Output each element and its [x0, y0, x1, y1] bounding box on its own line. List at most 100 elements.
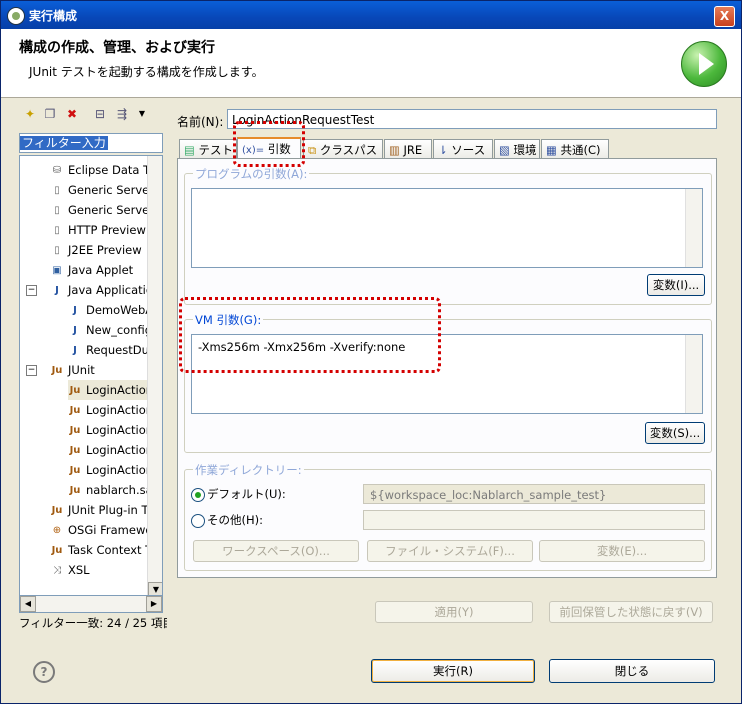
- tab-test[interactable]: ▤ テスト: [179, 139, 237, 159]
- tree-item-junit-plugin[interactable]: Ju JUnit Plug-in Tes: [50, 500, 160, 520]
- junit-plugin-icon: Ju: [51, 504, 63, 516]
- tree-item-label: XSL: [68, 563, 90, 577]
- header-banner: 構成の作成、管理、および実行 JUnit テストを起動する構成を作成します。: [1, 29, 741, 98]
- other-directory-label: その他(H):: [207, 513, 263, 527]
- tree-item-http-preview[interactable]: ▯ HTTP Preview: [50, 220, 146, 240]
- server-icon: ▯: [54, 184, 60, 196]
- program-arguments-group: プログラムの引数(A): 変数(I)...: [184, 166, 712, 305]
- run-configurations-dialog: 実行構成 X 構成の作成、管理、および実行 JUnit テストを起動する構成を作…: [0, 0, 742, 704]
- collapse-junit[interactable]: −: [26, 365, 37, 376]
- tree-item-java-application[interactable]: J Java Application: [50, 280, 160, 300]
- tab-common[interactable]: ▦ 共通(C): [541, 139, 609, 159]
- default-directory-label: デフォルト(U):: [207, 487, 286, 501]
- java-config-icon: J: [73, 304, 77, 316]
- server-icon: ▯: [54, 224, 60, 236]
- filter-config-icon[interactable]: ⇶: [113, 105, 131, 123]
- junit-config-icon: Ju: [69, 444, 81, 456]
- jre-tab-icon: ▥: [389, 143, 400, 157]
- tab-label: テスト: [198, 143, 234, 157]
- tree-item-label: JUnit Plug-in Tes: [68, 503, 160, 517]
- filter-input[interactable]: フィルター入力: [19, 133, 163, 153]
- tree-item-label: J2EE Preview: [68, 243, 142, 257]
- tab-classpath[interactable]: ⧉ クラスパス: [303, 139, 383, 159]
- junit-config-icon: Ju: [69, 464, 81, 476]
- junit-config-icon: Ju: [69, 384, 81, 396]
- tree-item-label: HTTP Preview: [68, 223, 146, 237]
- tree-item-generic-server[interactable]: ▯ Generic Server: [50, 180, 154, 200]
- xsl-icon: ⤨: [53, 564, 61, 576]
- vm-arguments-highlight: [179, 297, 441, 373]
- run-button[interactable]: 実行(R): [371, 659, 535, 683]
- other-directory-radio[interactable]: [191, 514, 205, 528]
- tree-item-java-applet[interactable]: ▣ Java Applet: [50, 260, 133, 280]
- junit-config-icon: Ju: [69, 404, 81, 416]
- tree-item-xsl[interactable]: ⤨ XSL: [50, 560, 90, 580]
- configuration-list-pane: ✦ ❐ ✖ ⊟ ⇶ ▼ フィルター入力 ⛁ Eclipse Data Tool ▯…: [13, 101, 167, 637]
- name-label: 名前(N):: [177, 115, 224, 129]
- new-config-icon[interactable]: ✦: [21, 105, 39, 123]
- java-config-icon: J: [73, 344, 77, 356]
- junit-icon: Ju: [51, 364, 63, 376]
- junit-config-icon: Ju: [69, 484, 81, 496]
- server-icon: ▯: [54, 204, 60, 216]
- tree-item-new-configuration[interactable]: J New_configu: [68, 320, 159, 340]
- tab-label: ソース: [451, 143, 486, 157]
- collapse-all-icon[interactable]: ⊟: [91, 105, 109, 123]
- working-directory-group: 作業ディレクトリー: デフォルト(U): ${workspace_loc:Nab…: [184, 462, 712, 571]
- tree-item-label: Java Applet: [68, 263, 134, 277]
- environment-tab-icon: ▧: [499, 143, 510, 157]
- java-config-icon: J: [73, 324, 77, 336]
- tree-item-junit[interactable]: Ju JUnit: [50, 360, 95, 380]
- default-directory-radio[interactable]: [191, 488, 205, 502]
- revert-button[interactable]: 前回保管した状態に戻す(V): [549, 601, 713, 623]
- help-icon[interactable]: ?: [33, 661, 55, 683]
- tree-item-label: JUnit: [68, 363, 95, 377]
- scroll-left-icon[interactable]: ◀: [20, 596, 36, 612]
- test-tab-icon: ▤: [184, 143, 195, 157]
- tab-environment[interactable]: ▧ 環境: [494, 139, 540, 159]
- banner-heading: 構成の作成、管理、および実行: [19, 40, 215, 56]
- common-tab-icon: ▦: [546, 143, 557, 157]
- java-app-icon: J: [55, 284, 59, 296]
- program-arguments-title: プログラムの引数(A):: [193, 166, 310, 182]
- tree-item-j2ee-preview[interactable]: ▯ J2EE Preview: [50, 240, 142, 260]
- tab-label: クラスパス: [319, 143, 378, 157]
- tree-vertical-scrollbar[interactable]: ▼: [147, 156, 162, 596]
- tab-label: 共通(C): [560, 143, 601, 157]
- apply-button[interactable]: 適用(Y): [375, 601, 533, 623]
- tab-label: 環境: [513, 143, 537, 157]
- duplicate-config-icon[interactable]: ❐: [41, 105, 59, 123]
- workspace-button[interactable]: ワークスペース(O)...: [193, 540, 359, 562]
- scroll-right-icon[interactable]: ▶: [146, 596, 162, 612]
- program-arguments-scrollbar[interactable]: [685, 189, 702, 267]
- tab-source[interactable]: ⇂ ソース: [433, 139, 493, 159]
- configuration-tree: ⛁ Eclipse Data Tool ▯ Generic Server ▯ Gene…: [19, 155, 163, 597]
- vm-variables-button[interactable]: 変数(S)...: [645, 422, 705, 444]
- program-variables-button[interactable]: 変数(I)...: [647, 274, 705, 296]
- server-icon: ▯: [54, 244, 60, 256]
- title-bar: 実行構成 X: [1, 1, 741, 29]
- close-window-button[interactable]: X: [714, 6, 735, 27]
- osgi-icon: ⊕: [52, 524, 62, 536]
- banner-description: JUnit テストを起動する構成を作成します。: [29, 65, 264, 79]
- working-directory-title: 作業ディレクトリー:: [193, 462, 304, 478]
- delete-config-icon[interactable]: ✖: [63, 105, 81, 123]
- arguments-tab-highlight: [233, 121, 305, 167]
- tree-horizontal-scrollbar[interactable]: ◀ ▶: [19, 595, 163, 613]
- filesystem-button[interactable]: ファイル・システム(F)...: [367, 540, 533, 562]
- tab-jre[interactable]: ▥ JRE: [384, 139, 432, 159]
- close-button[interactable]: 閉じる: [549, 659, 715, 683]
- database-icon: ⛁: [52, 164, 62, 176]
- collapse-java-application[interactable]: −: [26, 285, 37, 296]
- vm-arguments-scrollbar[interactable]: [685, 335, 702, 413]
- eclipse-icon: [7, 7, 25, 25]
- tree-item-label: Generic Server: [68, 183, 154, 197]
- filter-input-text: フィルター入力: [20, 136, 108, 150]
- classpath-tab-icon: ⧉: [308, 143, 317, 157]
- chevron-down-icon[interactable]: ▼: [133, 105, 151, 123]
- working-dir-variables-button[interactable]: 変数(E)...: [539, 540, 705, 562]
- program-arguments-field[interactable]: [191, 188, 703, 268]
- filter-match-count: フィルター一致: 24 / 25 項目: [19, 616, 167, 630]
- junit-config-icon: Ju: [69, 424, 81, 436]
- source-tab-icon: ⇂: [438, 143, 448, 157]
